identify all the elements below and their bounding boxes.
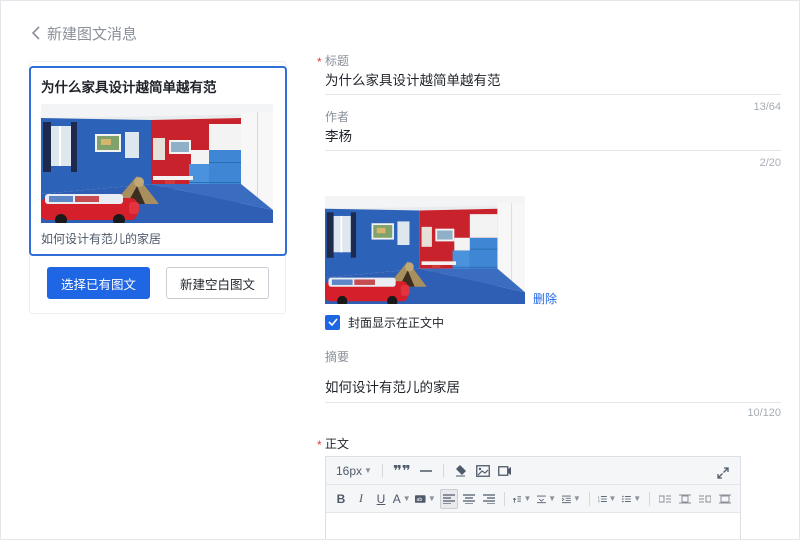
delete-cover-link[interactable]: 删除 [533,290,557,307]
rich-text-editor: 16px ▼ ❞❞ B I U A ▼ ab ▼ ▼ ▼ ▼ 1 2 3 ▼ ▼ [325,456,741,539]
author-value: 李杨 [325,129,352,144]
editor-toolbar-row-1: 16px ▼ ❞❞ [326,457,740,485]
paragraph-spacing-icon[interactable]: ▼ [535,489,558,509]
align-right-icon[interactable] [480,489,498,509]
underline-icon[interactable]: U [372,489,390,509]
app-frame: 新建图文消息 为什么家具设计越简单越有范 如何设计有范儿的家居 选择已有图文 新… [0,0,800,540]
summary-value: 如何设计有范儿的家居 [325,380,460,395]
summary-input[interactable]: 如何设计有范儿的家居 [325,365,781,403]
bold-icon[interactable]: B [332,489,350,509]
ordered-list-icon[interactable]: 1 2 3 ▼ [596,489,619,509]
author-field: 作者 李杨 2/20 [325,109,781,169]
cover-in-body-checkbox-row[interactable]: 封面显示在正文中 [325,314,444,330]
image-icon[interactable] [474,461,492,481]
expand-icon[interactable] [714,463,732,483]
author-label: 作者 [325,110,350,124]
article-card-summary: 如何设计有范儿的家居 [41,232,162,246]
float-right-icon[interactable] [696,489,714,509]
indent-icon[interactable]: ▼ [560,489,583,509]
quote-icon[interactable]: ❞❞ [391,461,413,481]
title-label: 标题 [317,53,781,70]
float-left-icon[interactable] [656,489,674,509]
italic-icon[interactable]: I [352,489,370,509]
unordered-list-icon[interactable]: ▼ [620,489,643,509]
summary-counter: 10/120 [747,407,781,419]
svg-text:ab: ab [417,497,423,503]
title-field: 标题 为什么家具设计越简单越有范 13/64 [317,53,781,113]
line-height-icon[interactable]: ▼ [511,489,534,509]
background-color-icon[interactable]: ab ▼ [413,489,437,509]
body-label: 正文 [317,436,781,453]
font-size-select[interactable]: 16px ▼ [334,461,374,481]
editor-toolbar-row-2: B I U A ▼ ab ▼ ▼ ▼ ▼ 1 2 3 ▼ ▼ [326,485,740,513]
select-existing-article-button[interactable]: 选择已有图文 [47,267,150,299]
summary-label: 摘要 [325,350,350,364]
chevron-left-icon [31,26,41,40]
back-header[interactable]: 新建图文消息 [31,21,137,45]
font-size-value: 16px [336,463,363,478]
checkbox-checked-icon[interactable] [325,314,340,330]
float-center-icon[interactable] [716,489,734,509]
article-card-image [41,104,273,223]
title-input[interactable]: 为什么家具设计越简单越有范 [325,69,781,95]
video-icon[interactable] [496,461,514,481]
divider-line-icon[interactable] [417,461,435,481]
cover-image[interactable] [325,196,525,304]
article-card-title: 为什么家具设计越简单越有范 [41,80,217,95]
author-counter: 2/20 [759,157,781,169]
align-center-icon[interactable] [460,489,478,509]
clear-format-icon[interactable] [452,461,470,481]
body-field: 正文 [317,436,781,453]
align-left-icon[interactable] [439,488,458,509]
cover-checkbox-label: 封面显示在正文中 [348,315,445,330]
article-list-panel: 为什么家具设计越简单越有范 如何设计有范儿的家居 选择已有图文 新建空白图文 [29,61,287,314]
font-color-icon[interactable]: A ▼ [392,489,411,509]
page-title: 新建图文消息 [47,25,138,43]
title-value: 为什么家具设计越简单越有范 [325,73,501,88]
editor-content-area[interactable] [326,513,740,539]
new-blank-article-button[interactable]: 新建空白图文 [166,267,269,299]
article-card-selected[interactable]: 为什么家具设计越简单越有范 如何设计有范儿的家居 [29,66,287,256]
float-none-icon[interactable] [676,489,694,509]
author-input[interactable]: 李杨 [325,125,781,151]
summary-field: 摘要 如何设计有范儿的家居 10/120 [325,349,781,419]
svg-text:3: 3 [598,499,600,503]
